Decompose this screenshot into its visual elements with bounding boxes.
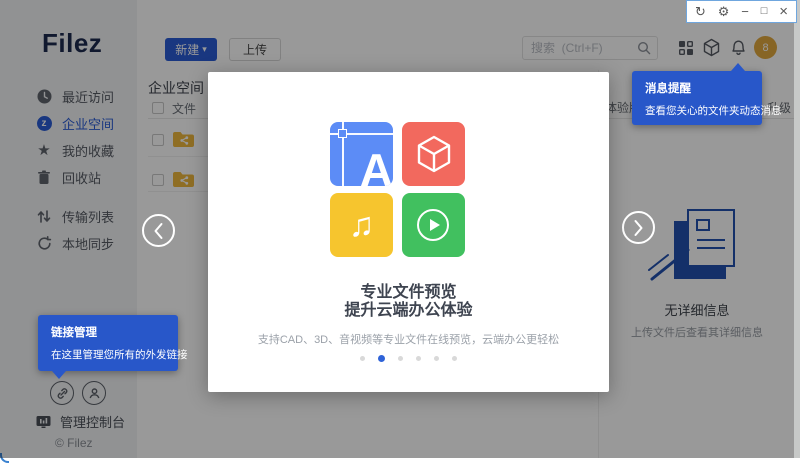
video-preview-tile [402, 193, 465, 257]
tooltip-arrow-up [731, 63, 745, 71]
carousel-dot[interactable] [360, 356, 365, 361]
carousel-dot[interactable] [416, 356, 421, 361]
gear-icon[interactable]: ⚙ [718, 5, 730, 18]
message-tooltip: 消息提醒 查看您关心的文件夹动态消息 [632, 63, 782, 125]
cad-crosshair-icon [338, 129, 347, 138]
maximize-icon[interactable]: □ [761, 6, 768, 17]
window-bottom-edge [0, 458, 800, 466]
audio-preview-tile: ♫ [330, 193, 393, 257]
carousel-dot-active[interactable] [378, 355, 385, 362]
carousel-next-button[interactable] [622, 211, 655, 244]
carousel-dot[interactable] [398, 356, 403, 361]
cad-preview-tile: A [330, 122, 393, 186]
carousel-dot[interactable] [434, 356, 439, 361]
modal-title-line2: 提升云端办公体验 [344, 302, 473, 319]
cube-icon [417, 135, 451, 173]
carousel-dots [208, 355, 609, 362]
music-note-icon: ♫ [348, 205, 375, 244]
tooltip-title: 消息提醒 [645, 83, 691, 95]
tooltip-body: 查看您关心的文件夹动态消息 [645, 105, 782, 117]
window-controls: ↻ ⚙ − □ × [686, 0, 797, 23]
scrollbar-track[interactable] [794, 0, 800, 458]
carousel-dot[interactable] [452, 356, 457, 361]
feature-tour-modal: A ♫ 专业文件预览 提升云端办公体验 支持CAD、3D、音视频等专业文件在线预… [208, 72, 609, 392]
tooltip-title: 链接管理 [51, 327, 97, 339]
link-manager-tooltip: 链接管理 在这里管理您所有的外发链接 [38, 315, 188, 379]
app-window: Filez 最近访问 z 企业空间 ★ 我的收藏 回收站 传输列表 本地同步 管… [0, 0, 800, 466]
3d-preview-tile [402, 122, 465, 186]
minimize-icon[interactable]: − [741, 5, 749, 18]
close-icon[interactable]: × [779, 4, 788, 19]
carousel-prev-button[interactable] [142, 214, 175, 247]
letter-a-icon: A [359, 144, 393, 186]
tooltip-body: 在这里管理您所有的外发链接 [51, 349, 188, 361]
tooltip-arrow-down [52, 371, 66, 379]
modal-title: 专业文件预览 提升云端办公体验 [208, 284, 609, 320]
modal-subtitle: 支持CAD、3D、音视频等专业文件在线预览，云端办公更轻松 [257, 334, 560, 346]
refresh-icon[interactable]: ↻ [695, 5, 706, 18]
modal-title-line1: 专业文件预览 [360, 284, 457, 301]
